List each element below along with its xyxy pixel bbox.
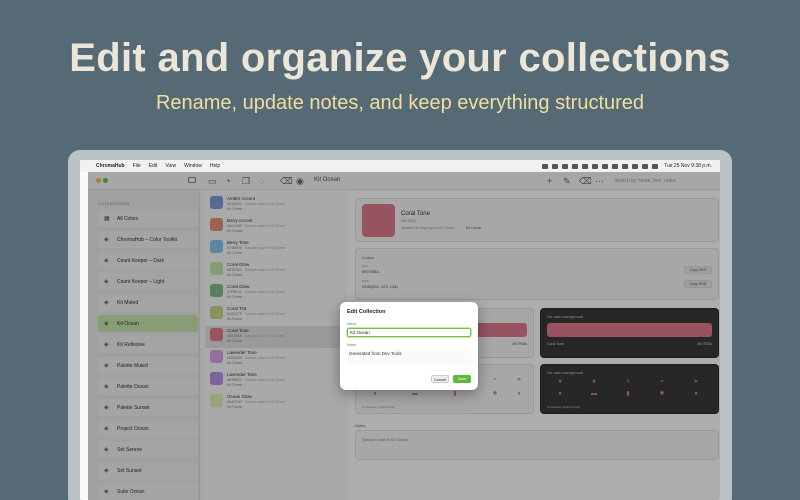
wifi-icon[interactable] (632, 163, 639, 169)
menu-app-name[interactable]: ChromaHub (96, 163, 125, 169)
control-center-icon[interactable] (652, 163, 659, 169)
app-window: ▭ ◔ ❐ ◌ ⌫ ◉ Kit Ocean + ✎ ⌫ ⋯ Search by … (88, 172, 720, 500)
battery-icon[interactable] (622, 163, 629, 169)
save-button[interactable]: Save (453, 375, 471, 383)
search-icon[interactable] (642, 163, 649, 169)
status-icon[interactable] (612, 163, 619, 169)
collection-notes-input[interactable]: Generated from Dev Tools (347, 349, 471, 365)
menu-edit[interactable]: Edit (149, 163, 158, 169)
status-icon[interactable] (542, 163, 549, 169)
status-icon[interactable] (552, 163, 559, 169)
status-icon[interactable] (592, 163, 599, 169)
hero-title: Edit and organize your collections (69, 36, 731, 80)
dialog-notes-label: Notes (347, 343, 357, 347)
menu-help[interactable]: Help (210, 163, 220, 169)
menu-view[interactable]: View (165, 163, 176, 169)
menu-clock[interactable]: Tue 25 Nov 9:38 p.m. (664, 163, 712, 169)
status-icon[interactable] (572, 163, 579, 169)
edit-collection-dialog: Edit Collection Name Kit Ocean Notes Gen… (340, 302, 478, 390)
menu-bar: ChromaHub File Edit View Window Help Tue… (80, 160, 720, 172)
menu-window[interactable]: Window (184, 163, 202, 169)
status-icon[interactable] (602, 163, 609, 169)
dialog-title: Edit Collection (347, 309, 386, 315)
hero-subtitle: Rename, update notes, and keep everythin… (155, 92, 645, 114)
menu-file[interactable]: File (133, 163, 141, 169)
dropbox-icon[interactable] (562, 163, 569, 169)
cancel-button[interactable]: Cancel (431, 375, 449, 383)
dialog-name-label: Name (347, 322, 357, 326)
status-icon[interactable] (582, 163, 589, 169)
collection-name-input[interactable]: Kit Ocean (347, 328, 471, 337)
app-screen: ChromaHub File Edit View Window Help Tue… (80, 160, 720, 500)
